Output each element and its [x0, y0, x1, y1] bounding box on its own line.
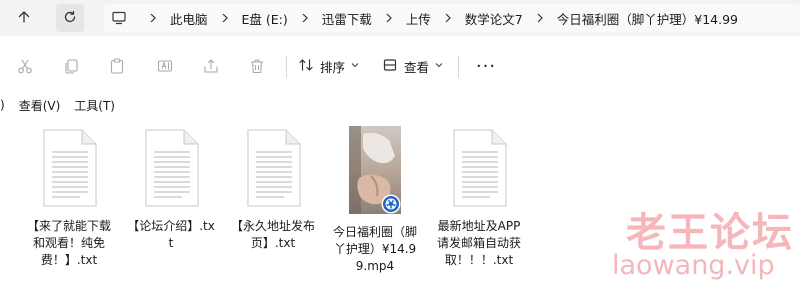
arrow-up-icon — [16, 9, 32, 28]
breadcrumb-item-drive-e[interactable]: E盘 (E:) — [242, 9, 288, 28]
breadcrumb-item-this-pc[interactable]: 此电脑 — [170, 9, 208, 28]
file-item[interactable]: 【永久地址发布页】.txt — [228, 124, 318, 252]
sort-label: 排序 — [320, 59, 346, 75]
chevron-right-icon[interactable] — [533, 11, 547, 25]
file-name: 最新地址及APP请发邮箱自动获取！！！.txt — [436, 219, 521, 267]
breadcrumb[interactable]: 此电脑 E盘 (E:) 迅雷下载 上传 数学论文7 今日福利圈（脚丫护理）¥14… — [104, 4, 800, 32]
video-thumbnail — [349, 126, 401, 214]
chevron-right-icon[interactable] — [382, 11, 396, 25]
command-toolbar: 排序 查看 ··· — [0, 46, 800, 86]
chevron-right-icon[interactable] — [146, 11, 160, 25]
chevron-right-icon[interactable] — [218, 11, 232, 25]
menu-item-view[interactable]: 查看(V) — [19, 97, 61, 114]
text-file-icon — [141, 128, 201, 208]
video-player-badge-icon — [381, 194, 401, 217]
view-button[interactable]: 查看 — [382, 53, 443, 79]
up-button[interactable] — [10, 4, 38, 32]
file-name: 【永久地址发布页】.txt — [230, 219, 315, 250]
chevron-right-icon[interactable] — [441, 11, 455, 25]
delete-icon[interactable] — [244, 53, 270, 79]
file-name: 【论坛介绍】.txt — [127, 219, 215, 250]
breadcrumb-item-xunlei[interactable]: 迅雷下载 — [322, 9, 372, 28]
menu-bar: ) 查看(V) 工具(T) — [0, 96, 129, 114]
refresh-icon — [62, 9, 78, 28]
file-name: 【来了就能下载和观看！纯免费！】.txt — [26, 219, 111, 267]
text-file-icon — [449, 128, 509, 208]
address-bar-row: 此电脑 E盘 (E:) 迅雷下载 上传 数学论文7 今日福利圈（脚丫护理）¥14… — [0, 0, 800, 36]
paste-icon[interactable] — [104, 53, 130, 79]
text-file-icon — [39, 128, 99, 208]
breadcrumb-item-upload[interactable]: 上传 — [406, 9, 431, 28]
menu-item-tools[interactable]: 工具(T) — [74, 97, 115, 114]
toolbar-divider — [286, 56, 287, 78]
chevron-down-icon — [435, 61, 443, 71]
chevron-down-icon — [351, 61, 359, 71]
view-icon — [382, 57, 398, 76]
cut-icon[interactable] — [12, 53, 38, 79]
watermark-url: laowang.vip — [612, 250, 775, 281]
chevron-right-icon[interactable] — [298, 11, 312, 25]
breadcrumb-item-current-folder[interactable]: 今日福利圈（脚丫护理）¥14.99 — [557, 9, 738, 28]
toolbar-divider — [458, 56, 459, 78]
menu-item-partial[interactable]: ) — [0, 98, 5, 112]
more-options-button[interactable]: ··· — [474, 53, 498, 79]
share-icon[interactable] — [198, 53, 224, 79]
file-item[interactable]: 今日福利圈（脚丫护理）¥14.99.mp4 — [330, 124, 420, 275]
refresh-button[interactable] — [56, 4, 84, 32]
sort-button[interactable]: 排序 — [298, 53, 359, 79]
text-file-icon — [243, 128, 303, 208]
monitor-icon[interactable] — [110, 9, 128, 27]
copy-icon[interactable] — [58, 53, 84, 79]
sort-icon — [298, 57, 314, 76]
rename-icon[interactable] — [152, 53, 178, 79]
file-item[interactable]: 【来了就能下载和观看！纯免费！】.txt — [24, 124, 114, 269]
file-item[interactable]: 最新地址及APP请发邮箱自动获取！！！.txt — [434, 124, 524, 269]
file-item[interactable]: 【论坛介绍】.txt — [126, 124, 216, 252]
file-name: 今日福利圈（脚丫护理）¥14.99.mp4 — [332, 225, 417, 273]
view-label: 查看 — [404, 59, 430, 75]
breadcrumb-item-math-papers[interactable]: 数学论文7 — [465, 9, 523, 28]
